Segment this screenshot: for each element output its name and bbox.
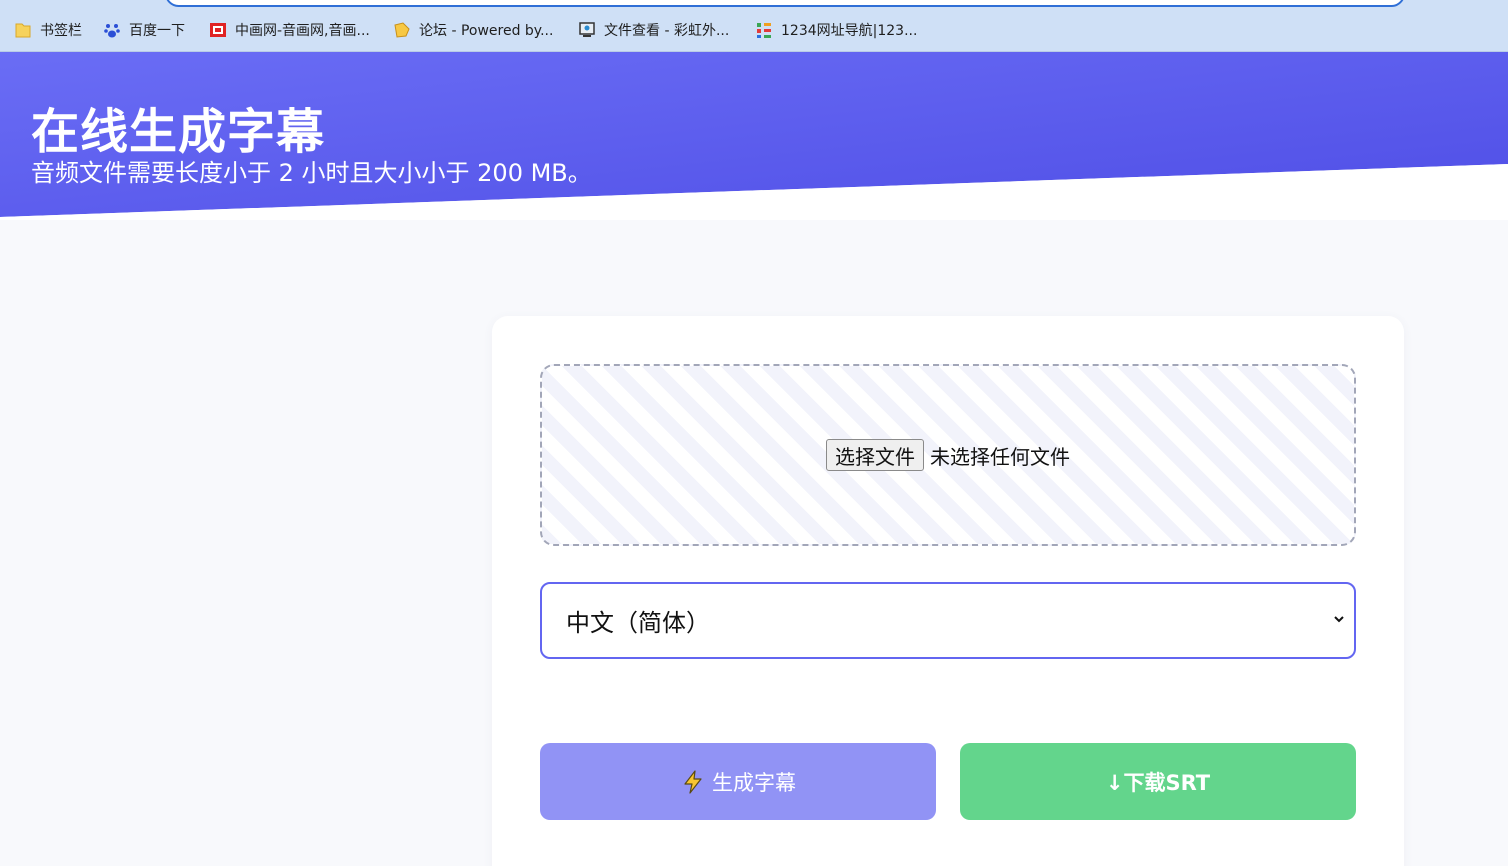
bookmark-label: 书签栏 [40,23,82,39]
bookmark-file-view[interactable]: 文件查看 - 彩虹外... [578,19,729,41]
choose-file-button[interactable]: 选择文件 [826,439,924,471]
forum-icon [394,22,410,38]
file-status: 未选择任何文件 [930,444,1070,469]
baidu-paw-icon [104,24,120,38]
chevron-down-icon [1334,616,1344,623]
download-srt-button[interactable]: ↓下载SRT [960,743,1356,820]
lightning-icon [684,769,702,794]
main-card: 选择文件 未选择任何文件 中文（简体） 生成字幕 ↓下载SRT [492,316,1404,866]
language-select[interactable]: 中文（简体） [540,582,1356,659]
page-subtitle: 音频文件需要长度小于 2 小时且大小小于 200 MB。 [31,159,592,187]
bookmark-zhonghua[interactable]: 中画网-音画网,音画... [209,19,370,41]
address-bar[interactable] [165,0,1405,7]
generate-label: 生成字幕 [712,770,796,795]
red-site-icon [210,23,226,37]
bookmark-baidu[interactable]: 百度一下 [103,19,185,41]
folder-icon [15,23,31,38]
generate-subtitles-button[interactable]: 生成字幕 [540,743,936,820]
bookmark-1234[interactable]: 1234网址导航|123... [755,19,917,41]
bookmarks-bar: 书签栏 百度一下 中画网-音画网,音画... 论坛 - Powered by..… [0,0,1508,52]
bookmark-forum[interactable]: 论坛 - Powered by... [393,19,553,41]
file-dropzone[interactable]: 选择文件 未选择任何文件 [540,364,1356,546]
nav-icon [757,23,771,38]
page-header: 在线生成字幕 音频文件需要长度小于 2 小时且大小小于 200 MB。 [0,52,1508,222]
language-select-value: 中文（简体） [566,609,710,637]
page-title: 在线生成字幕 [31,104,326,160]
bookmark-label: 1234网址导航|123... [781,23,918,39]
bookmark-label: 文件查看 - 彩虹外... [604,23,730,39]
bookmark-label: 百度一下 [129,23,185,39]
file-view-icon [579,22,595,37]
download-label: ↓下载SRT [1105,770,1211,795]
bookmark-label: 论坛 - Powered by... [419,23,554,39]
bookmark-label: 中画网-音画网,音画... [235,23,370,39]
bookmark-folder[interactable]: 书签栏 [14,19,82,41]
